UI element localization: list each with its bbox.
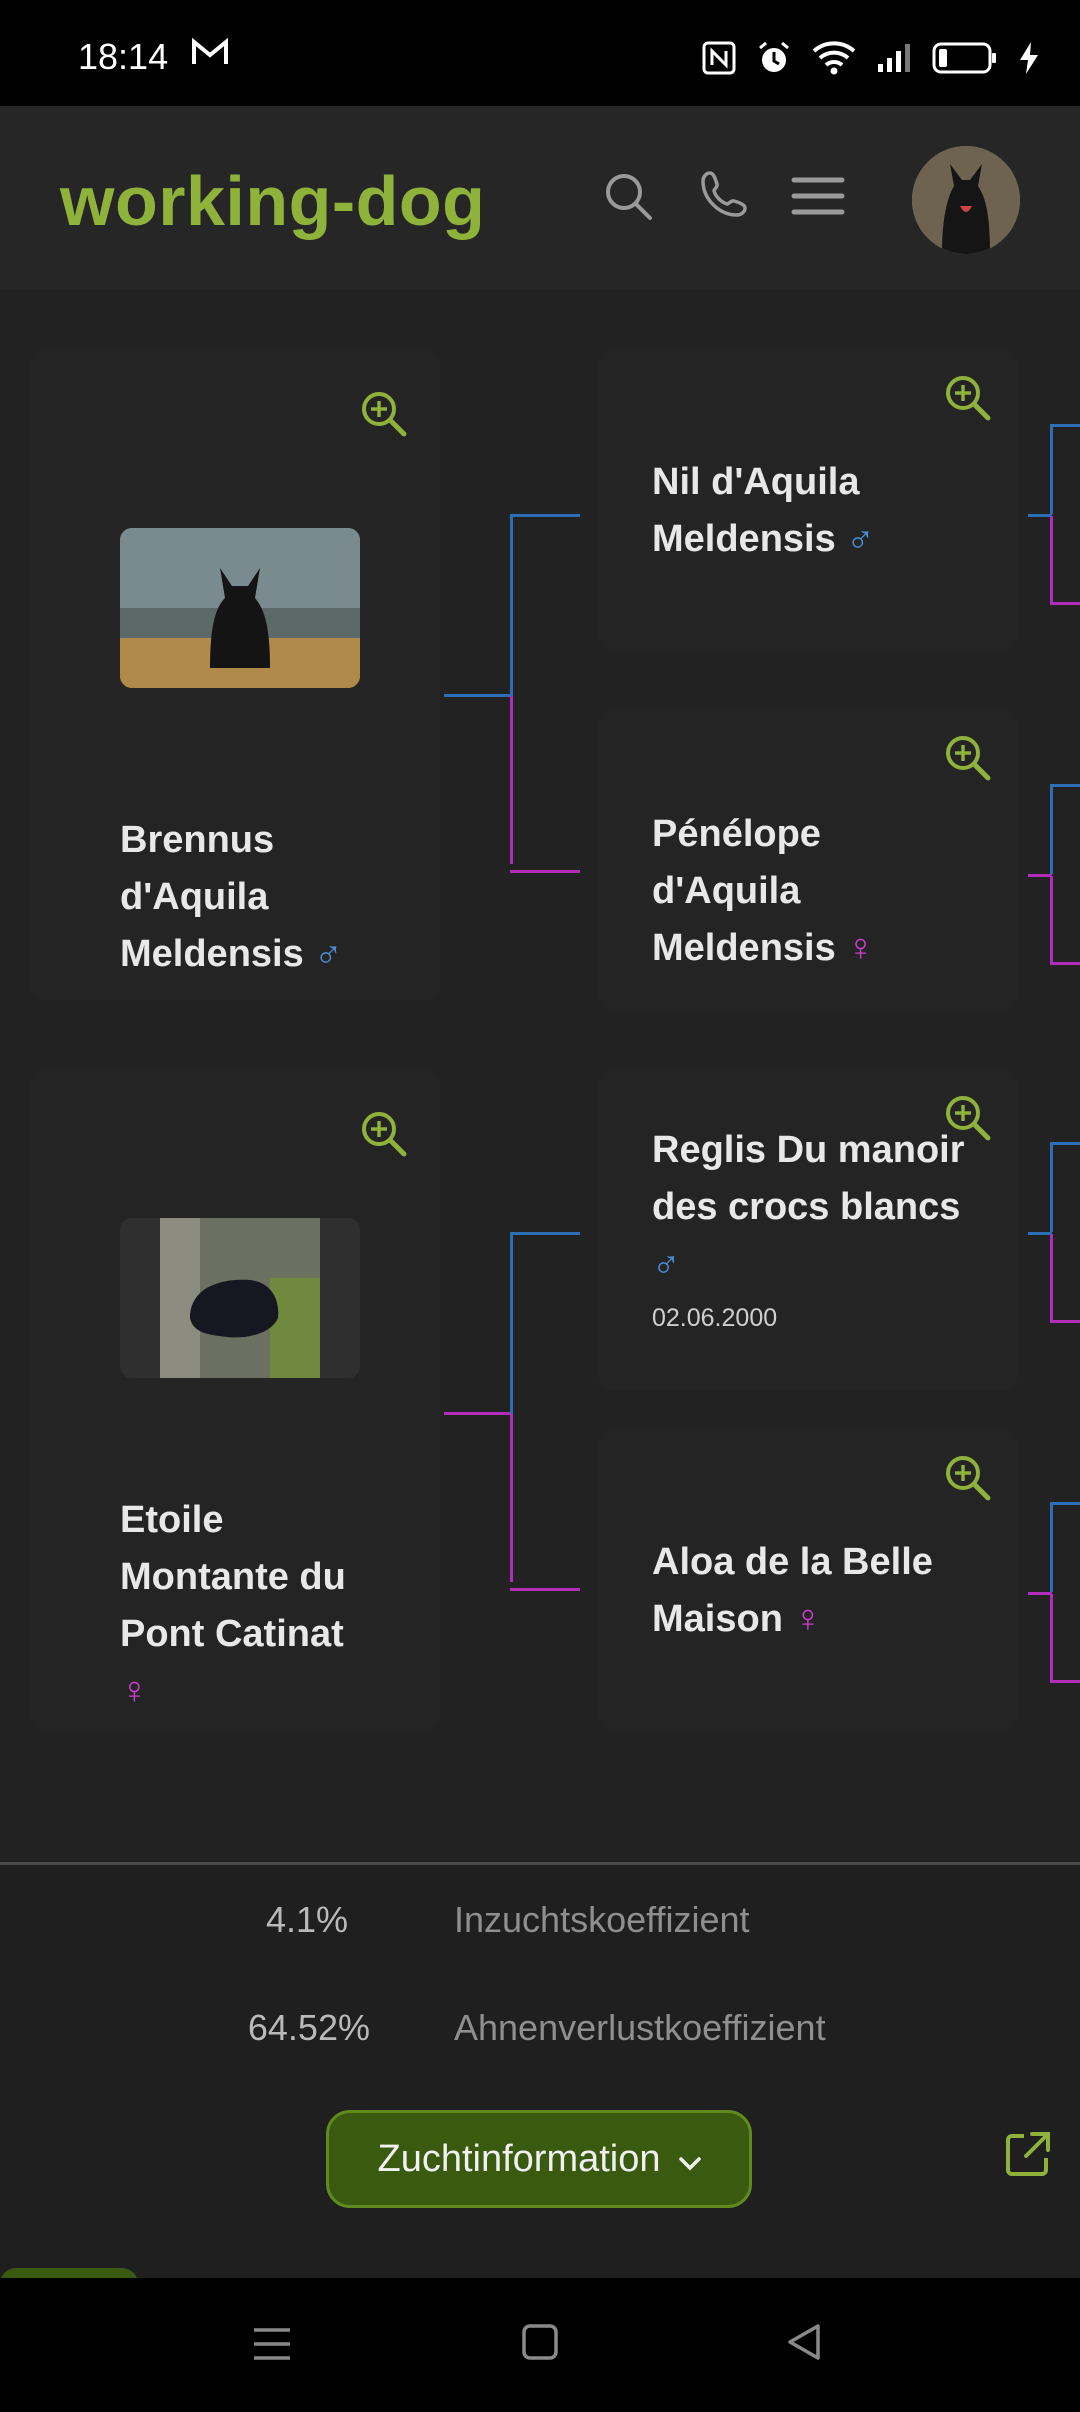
connector-line <box>1050 1142 1053 1232</box>
female-icon: ♀ <box>120 1670 149 1712</box>
phone-icon[interactable] <box>700 168 760 228</box>
app-header: working-dog <box>0 106 1080 290</box>
female-icon: ♀ <box>793 1598 822 1640</box>
ancestor-loss-value: 64.52% <box>247 2007 370 2048</box>
connector-line <box>510 1232 580 1235</box>
connector-line <box>1028 874 1052 877</box>
status-icons <box>702 40 1040 80</box>
connector-line <box>1028 1592 1052 1595</box>
zuchtinformation-button[interactable]: Zuchtinformation <box>326 2110 752 2208</box>
dog-name[interactable]: Etoile Montante du Pont Catinat ♀ <box>120 1492 380 1720</box>
connector-line <box>510 514 513 696</box>
grandparent-card: Aloa de la Belle Maison ♀ <box>598 1430 1018 1730</box>
connector-line <box>1050 424 1080 427</box>
dog-name-text: Pénélope d'Aquila Meldensis <box>652 813 836 969</box>
alarm-icon <box>756 40 792 81</box>
inbreeding-value: 4.1% <box>265 1899 348 1940</box>
dog-photo[interactable] <box>120 1218 360 1378</box>
connector-line <box>1050 1594 1053 1682</box>
connector-line <box>444 694 512 697</box>
male-icon: ♂ <box>652 1243 681 1285</box>
nfc-icon <box>702 41 736 80</box>
zucht-button-label: Zuchtinformation <box>377 2137 661 2180</box>
charging-icon <box>1018 41 1040 80</box>
gmail-icon <box>190 36 230 77</box>
menu-icon[interactable] <box>790 168 850 228</box>
connector-line <box>1050 962 1080 965</box>
recent-apps-icon[interactable] <box>252 2324 292 2369</box>
connector-line <box>444 1412 512 1415</box>
parent-card-sire: Brennus d'Aquila Meldensis ♂ <box>30 350 440 1000</box>
connector-line <box>1050 1320 1080 1323</box>
dog-name-text: Nil d'Aquila Meldensis <box>652 461 860 560</box>
connector-line <box>1050 1142 1080 1145</box>
dog-name-text: Reglis Du manoir des crocs blancs <box>652 1129 965 1228</box>
connector-line <box>1050 1680 1080 1683</box>
ancestor-loss-label: Ahnenverlustkoeffizient <box>454 2007 826 2048</box>
pedigree-section: Brennus d'Aquila Meldensis ♂ Nil d'Aquil… <box>0 290 1080 1860</box>
home-icon[interactable] <box>520 2322 560 2367</box>
parent-card-dam: Etoile Montante du Pont Catinat ♀ <box>30 1070 440 1730</box>
dog-name[interactable]: Nil d'Aquila Meldensis ♂ <box>652 454 992 568</box>
battery-icon <box>932 41 998 80</box>
zoom-in-icon[interactable] <box>944 734 992 782</box>
male-icon: ♂ <box>846 518 875 560</box>
connector-line <box>1050 1502 1053 1592</box>
connector-line <box>1050 602 1080 605</box>
connector-line <box>1050 516 1053 604</box>
coefficients-section: 4.1% Inzuchtskoeffizient 64.52% Ahnenver… <box>0 1862 1080 2088</box>
search-icon[interactable] <box>600 168 660 228</box>
inbreeding-label: Inzuchtskoeffizient <box>454 1899 750 1940</box>
chevron-down-icon <box>678 2138 701 2181</box>
connector-line <box>510 1232 513 1414</box>
connector-line <box>510 870 580 873</box>
male-icon: ♂ <box>314 933 343 975</box>
site-logo[interactable]: working-dog <box>60 161 485 241</box>
zoom-in-icon[interactable] <box>944 1454 992 1502</box>
connector-line <box>510 1414 513 1582</box>
connector-line <box>1050 1502 1080 1505</box>
dog-name-text: Brennus d'Aquila Meldensis <box>120 819 304 975</box>
connector-line <box>1050 784 1080 787</box>
connector-line <box>1050 876 1053 964</box>
female-icon: ♀ <box>846 927 875 969</box>
status-bar: 18:14 <box>0 0 1080 106</box>
dog-photo[interactable] <box>120 528 360 688</box>
connector-line <box>1050 784 1053 874</box>
user-avatar[interactable] <box>912 146 1020 254</box>
connector-line <box>510 514 580 517</box>
back-icon[interactable] <box>784 2322 824 2367</box>
status-time: 18:14 <box>78 36 169 77</box>
connector-line <box>510 1588 580 1591</box>
dog-name[interactable]: Reglis Du manoir des crocs blancs ♂ <box>652 1122 982 1293</box>
grandparent-card: Pénélope d'Aquila Meldensis ♀ <box>598 710 1018 1010</box>
connector-line <box>1050 424 1053 514</box>
action-bar: Zuchtinformation <box>0 2082 1080 2232</box>
zoom-in-icon[interactable] <box>360 1110 408 1158</box>
connector-line <box>1050 1234 1053 1322</box>
grandparent-card: Nil d'Aquila Meldensis ♂ <box>598 350 1018 650</box>
zoom-in-icon[interactable] <box>944 374 992 422</box>
grandparent-card: Reglis Du manoir des crocs blancs ♂ 02.0… <box>598 1070 1018 1390</box>
dog-name[interactable]: Brennus d'Aquila Meldensis ♂ <box>120 812 380 983</box>
dog-name[interactable]: Aloa de la Belle Maison ♀ <box>652 1534 972 1648</box>
system-nav-bar <box>0 2278 1080 2412</box>
signal-icon <box>876 42 912 79</box>
external-link-icon[interactable] <box>1002 2128 1054 2180</box>
wifi-icon <box>812 40 856 80</box>
birth-date: 02.06.2000 <box>652 1304 778 1332</box>
zoom-in-icon[interactable] <box>360 390 408 438</box>
connector-line <box>510 696 513 864</box>
dog-name[interactable]: Pénélope d'Aquila Meldensis ♀ <box>652 806 912 977</box>
dog-name-text: Etoile Montante du Pont Catinat <box>120 1499 346 1655</box>
connector-line <box>1028 1232 1052 1235</box>
connector-line <box>1028 514 1052 517</box>
